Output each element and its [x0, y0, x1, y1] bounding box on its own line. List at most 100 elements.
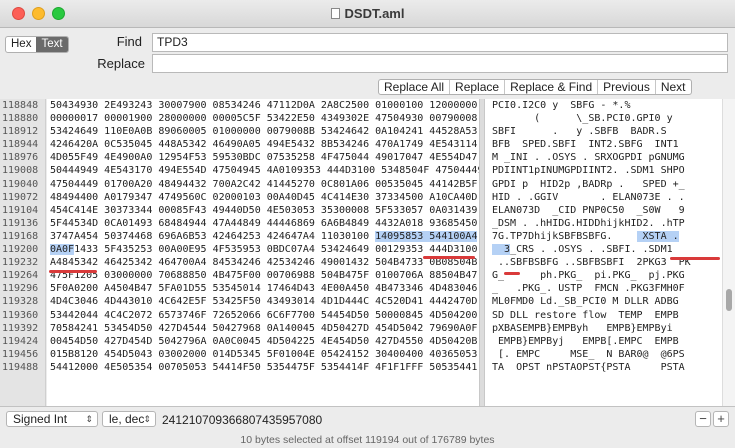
offset-row: 119328: [2, 296, 39, 308]
ascii-row: _DSM . .hHIDG.HIDDhijkHID2. .hTP: [492, 217, 685, 229]
hex-row: 47504449 01700A20 48494432 700A2C42 4144…: [50, 178, 478, 190]
offset-row: 119136: [2, 217, 39, 229]
hex-row: 3747A454 50374468 696A6B53 42464253 4246…: [50, 230, 478, 242]
hex-row: 48494400 A0179347 4749560C 02000103 00A4…: [50, 191, 478, 203]
find-field[interactable]: TPD3: [152, 33, 728, 52]
status-bar: Signed Int ⇕ le, dec ⇕ 24121070936680743…: [0, 406, 735, 448]
offset-row: 119488: [2, 361, 39, 373]
selected-chars: XSTA .: [636, 230, 679, 242]
ascii-view[interactable]: PCI0.I2C0 y SBFG - *.% ( \_SB.PCI0.GPI0 …: [485, 99, 722, 406]
hex-row: 0A0F1433 5F435253 00A00E95 4F535953 0BDC…: [50, 244, 478, 256]
ascii-row: 3_CRS . .OSYS . .SBFI. .SDM1: [492, 244, 673, 256]
ascii-row: SD DLL restore flow TEMP EMPB: [492, 309, 679, 321]
hex-row: 5F0A0200 A4504B47 5FA01D55 53545014 1746…: [50, 283, 478, 295]
annotation-underline-hex-1: [49, 270, 97, 273]
ascii-row: GPDI p HID2p ,BADRp . SPED +_: [492, 178, 685, 190]
hex-row: 4246420A 0C535045 448A5342 46490A05 494E…: [50, 139, 478, 151]
hex-row: 00454D50 427D454D 5042796A 0A0C0045 4D50…: [50, 335, 478, 347]
ascii-row: G_ ph.PKG_ pi.PKG_ pj.PKG: [492, 270, 685, 282]
offset-row: 119200: [2, 244, 39, 256]
inspector-value[interactable]: 241210709366807435957080: [162, 413, 322, 427]
hex-row: 475F1205 03000000 70688850 4B475F00 0070…: [50, 270, 478, 282]
hex-row: 53442044 4C4C2072 6573746F 72652066 6C6F…: [50, 309, 478, 321]
hex-row: 50434930 2E493243 30007900 08534246 4711…: [50, 100, 478, 111]
ascii-row: SBFI . y .SBFB BADR.S: [492, 126, 667, 138]
hex-row: 70584241 53454D50 427D4544 50427968 0A14…: [50, 322, 478, 334]
ascii-row: HID . .GGIV . ELAN073E . .: [492, 191, 685, 203]
ascii-row: ELAN073D _CID PNP0C50 _S0W 9: [492, 204, 685, 216]
endian-select[interactable]: le, dec ⇕: [102, 411, 156, 427]
hex-view[interactable]: 50434930 2E493243 30007900 08534246 4711…: [47, 99, 479, 406]
ascii-row: PDIINT1pINUMGPDIINT2. .SDM1 SHPO: [492, 165, 685, 177]
previous-button[interactable]: Previous: [598, 80, 656, 94]
scroll-thumb[interactable]: [726, 289, 732, 311]
replace-button[interactable]: Replace: [450, 80, 506, 94]
hex-row: 53424649 110E0A0B 89060005 01000000 0079…: [50, 126, 478, 138]
hex-row: 4D055F49 4E4900A0 12954F53 59530BDC 0753…: [50, 152, 478, 164]
find-label: Find: [116, 34, 142, 49]
window-title: DSDT.aml: [0, 6, 735, 21]
ascii-row: M _INI . .OSYS . SRXOGPDI pGNUMG: [492, 152, 685, 164]
title-bar: DSDT.aml: [0, 0, 735, 28]
offset-row: 118880: [2, 113, 39, 125]
hex-row: 54412000 4E505354 00705053 54414F50 5354…: [50, 361, 478, 373]
replace-buttons: Replace All Replace Replace & Find Previ…: [378, 79, 692, 95]
remove-inspector-button[interactable]: −: [695, 411, 711, 427]
ascii-row: TA OPST nPSTAOPST{PSTA PSTA: [492, 361, 685, 373]
hex-row: 00000017 00001900 28000000 00005C5F 5342…: [50, 113, 478, 125]
ascii-row: PCI0.I2C0 y SBFG - *.%: [492, 100, 631, 111]
selected-bytes: 0A0F: [50, 244, 75, 256]
ascii-row: BFB SPED.SBFI INT2.SBFG INT1: [492, 139, 679, 151]
annotation-underline-ascii-1: [670, 257, 720, 260]
vertical-scrollbar[interactable]: [722, 99, 735, 406]
chevron-updown-icon: ⇕: [143, 414, 151, 424]
ascii-row: pXBASEMPB}EMPByh EMPB}EMPByi: [492, 322, 673, 334]
hex-row: 5F44534D 0CA01493 68484944 47A44849 4444…: [50, 217, 478, 229]
annotation-underline-ascii-2: [504, 272, 520, 275]
ascii-row: [. EMPC MSE_ N BAR0@ @6PS: [492, 348, 685, 360]
selected-bytes: 14095853 544100A4: [375, 230, 478, 242]
selection-info: 10 bytes selected at offset 119194 out o…: [240, 434, 495, 446]
add-inspector-button[interactable]: +: [713, 411, 729, 427]
document-icon: [330, 8, 340, 19]
hex-row: 50444949 4E543170 494E554D 47504945 4A01…: [50, 165, 479, 177]
ascii-row: _ .PKG_. USTP FMCN .PKG3FMH0F: [492, 283, 685, 295]
offset-row: 118976: [2, 152, 39, 164]
offset-row: 119392: [2, 322, 39, 334]
offset-row: 119072: [2, 191, 39, 203]
mode-hex-segment[interactable]: Hex: [6, 37, 36, 52]
offset-row: 119232: [2, 257, 39, 269]
selected-chars: 3: [492, 244, 511, 256]
replace-all-button[interactable]: Replace All: [379, 80, 451, 94]
offset-row: 119008: [2, 165, 39, 177]
hex-row: 4D4C3046 4D443010 4C642E5F 53425F50 4349…: [50, 296, 478, 308]
offset-row: 119040: [2, 178, 39, 190]
offset-row: 119360: [2, 309, 39, 321]
replace-label: Replace: [97, 56, 145, 71]
ascii-row: ML0FMD0 Ld._SB_PCI0 M DLLR ADBG: [492, 296, 679, 308]
hex-row: 454C414E 30373344 00085F43 49440D50 4E50…: [50, 204, 478, 216]
offset-row: 119456: [2, 348, 39, 360]
hex-row: 015B8120 454D5043 03002000 014D5345 5F01…: [50, 348, 478, 360]
annotation-underline-hex-2: [423, 256, 475, 259]
replace-field[interactable]: [152, 54, 728, 73]
ascii-row: 7G.TP7DhijkSBFBSBFG. XSTA .: [492, 230, 679, 242]
ascii-row: EMPB}EMPByj EMPB[.EMPC EMPB: [492, 335, 679, 347]
mode-segmented-control[interactable]: Hex Text: [5, 36, 69, 53]
chevron-updown-icon: ⇕: [85, 414, 93, 424]
hex-row: A4845342 46425342 464700A4 84534246 4253…: [50, 257, 478, 269]
offset-row: 119104: [2, 204, 39, 216]
ascii-row: ( \_SB.PCI0.GPI0 y: [492, 113, 673, 125]
offset-row: 119264: [2, 270, 39, 282]
offset-gutter: 118848 118880 118912 118944 118976 119008 1190…: [0, 99, 46, 406]
next-button[interactable]: Next: [656, 80, 691, 94]
offset-row: 118944: [2, 139, 39, 151]
offset-row: 119296: [2, 283, 39, 295]
offset-row: 118848: [2, 100, 39, 111]
offset-row: 119168: [2, 230, 39, 242]
offset-row: 119424: [2, 335, 39, 347]
mode-text-segment[interactable]: Text: [36, 37, 68, 52]
replace-and-find-button[interactable]: Replace & Find: [505, 80, 599, 94]
number-type-select[interactable]: Signed Int ⇕: [6, 411, 98, 427]
offset-row: 118912: [2, 126, 39, 138]
